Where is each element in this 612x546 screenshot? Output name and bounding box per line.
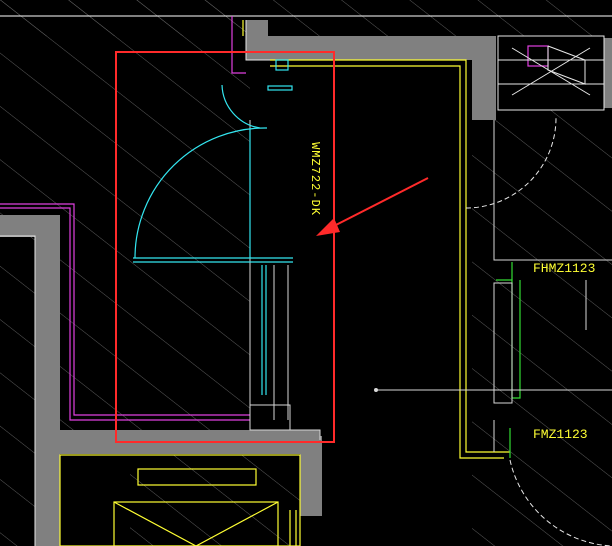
fire-door-label-1: FHMZ1123: [533, 261, 596, 276]
door-tag-label: WMZ722-DK: [308, 142, 322, 216]
cad-canvas[interactable]: [0, 0, 612, 546]
fire-door-label-2: FMZ1123: [533, 427, 588, 442]
